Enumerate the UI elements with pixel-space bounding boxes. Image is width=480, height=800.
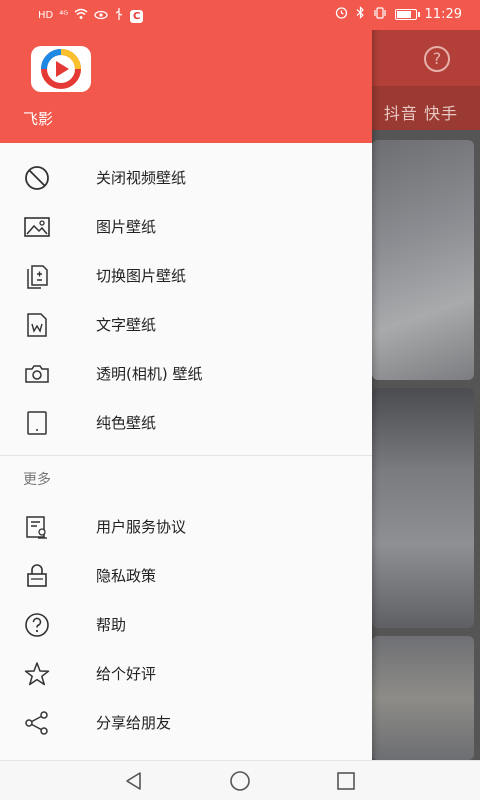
back-icon[interactable] <box>122 769 146 793</box>
app-logo-icon <box>31 46 91 92</box>
wallpaper-card[interactable] <box>372 388 474 628</box>
menu-label: 关闭视频壁纸 <box>96 169 187 187</box>
alarm-icon <box>335 6 348 23</box>
word-doc-icon <box>24 312 50 338</box>
menu-item-transparent-camera-wallpaper[interactable]: 透明(相机) 壁纸 <box>0 349 372 398</box>
lock-icon <box>24 563 50 589</box>
tablet-icon <box>24 410 50 436</box>
menu-item-close-video-wallpaper[interactable]: 关闭视频壁纸 <box>0 153 372 202</box>
camera-icon <box>24 361 50 387</box>
menu-label: 用户服务协议 <box>96 518 187 536</box>
star-icon <box>24 661 50 687</box>
signal-indicator: ⁴ᴳ <box>59 10 69 21</box>
wallpaper-card[interactable] <box>372 140 474 380</box>
navigation-drawer: 飞影 关闭视频壁纸 图片壁纸 切换图片壁纸 文字壁纸 透明(相机) 壁纸 纯色壁… <box>0 0 372 760</box>
background-tab-labels[interactable]: 抖音 快手 <box>384 100 458 124</box>
wallpaper-card[interactable] <box>372 636 474 760</box>
menu-item-image-wallpaper[interactable]: 图片壁纸 <box>0 202 372 251</box>
menu-item-help[interactable]: 帮助 <box>0 600 372 649</box>
no-entry-icon <box>24 165 50 191</box>
image-icon <box>24 214 50 240</box>
menu-item-solid-color-wallpaper[interactable]: 纯色壁纸 <box>0 398 372 447</box>
switch-files-icon <box>24 263 50 289</box>
menu-item-rate[interactable]: 给个好评 <box>0 649 372 698</box>
usb-icon <box>114 8 124 24</box>
menu-item-switch-image-wallpaper[interactable]: 切换图片壁纸 <box>0 251 372 300</box>
share-icon <box>24 710 50 736</box>
menu-item-user-agreement[interactable]: 用户服务协议 <box>0 502 372 551</box>
menu-item-share[interactable]: 分享给朋友 <box>0 698 372 747</box>
drawer-header: 飞影 <box>0 30 372 143</box>
wifi-icon <box>74 8 88 24</box>
vibrate-icon <box>373 6 387 23</box>
clock-time: 11:29 <box>424 7 462 22</box>
battery-icon <box>394 9 420 20</box>
section-title-more: 更多 <box>23 472 51 488</box>
recents-icon[interactable] <box>334 769 358 793</box>
home-icon[interactable] <box>228 769 252 793</box>
menu-label: 隐私政策 <box>96 567 157 585</box>
app-name: 飞影 <box>23 110 54 128</box>
app-notification-icon: C <box>130 9 144 23</box>
eye-icon <box>94 9 108 24</box>
hd-indicator: HD <box>38 10 54 21</box>
menu-label: 帮助 <box>96 616 127 634</box>
bluetooth-icon <box>356 6 365 23</box>
menu-label: 分享给朋友 <box>96 714 172 732</box>
drawer-menu: 关闭视频壁纸 图片壁纸 切换图片壁纸 文字壁纸 透明(相机) 壁纸 纯色壁纸 更… <box>0 153 372 747</box>
menu-label: 透明(相机) 壁纸 <box>96 365 203 383</box>
menu-item-privacy-policy[interactable]: 隐私政策 <box>0 551 372 600</box>
menu-label: 图片壁纸 <box>96 218 157 236</box>
system-nav-bar <box>0 760 480 800</box>
menu-label: 切换图片壁纸 <box>96 267 187 285</box>
question-circle-icon[interactable]: ? <box>424 46 450 72</box>
status-bar: HD ⁴ᴳ C 11:29 <box>0 0 480 30</box>
help-icon <box>24 612 50 638</box>
menu-label: 纯色壁纸 <box>96 414 157 432</box>
status-right: 11:29 <box>335 6 462 23</box>
menu-label: 文字壁纸 <box>96 316 157 334</box>
menu-label: 给个好评 <box>96 665 157 683</box>
agreement-icon <box>24 514 50 540</box>
menu-item-text-wallpaper[interactable]: 文字壁纸 <box>0 300 372 349</box>
status-left: HD ⁴ᴳ C <box>38 8 144 24</box>
